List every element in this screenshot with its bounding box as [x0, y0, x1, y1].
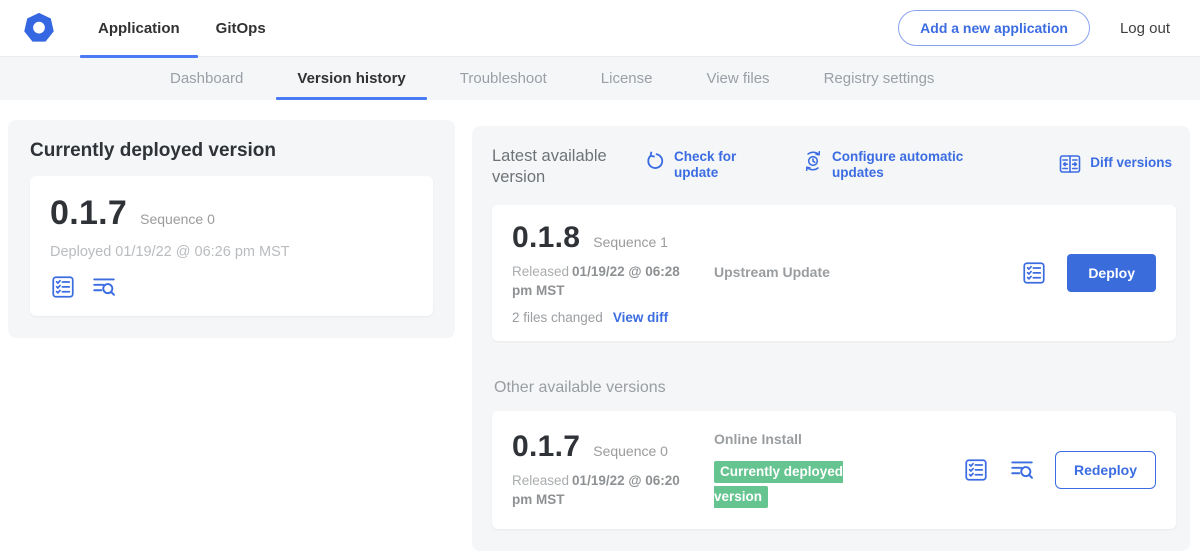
version-actions: Deploy — [1021, 254, 1156, 292]
deployed-actions — [50, 274, 413, 300]
version-history-page: Currently deployed version 0.1.7 Sequenc… — [0, 100, 1200, 551]
kots-logo-icon — [22, 11, 56, 45]
released-timestamp: Released01/19/22 @ 06:28 pm MST — [512, 263, 702, 301]
view-diff-link[interactable]: View diff — [613, 310, 668, 325]
logout-link[interactable]: Log out — [1120, 20, 1170, 37]
configure-automatic-updates-link[interactable]: Configure automatic updates — [802, 149, 974, 181]
version-source-column: Online Install Currently deployed versio… — [714, 430, 886, 510]
released-label: Released — [512, 473, 569, 488]
subnav-view-files[interactable]: View files — [679, 57, 796, 100]
deploy-button[interactable]: Deploy — [1067, 254, 1156, 292]
released-label: Released — [512, 264, 569, 279]
subnav-dashboard[interactable]: Dashboard — [143, 57, 270, 100]
check-for-update-label: Check for update — [674, 149, 740, 181]
latest-available-header: Latest available version Check for updat… — [492, 146, 1176, 187]
subnav-version-history[interactable]: Version history — [270, 57, 432, 100]
config-checklist-icon[interactable] — [963, 457, 989, 483]
sequence-label: Sequence 1 — [593, 234, 668, 250]
tab-application[interactable]: Application — [80, 0, 198, 57]
deployed-version-card: 0.1.7 Sequence 0 Deployed 01/19/22 @ 06:… — [30, 176, 433, 316]
configure-automatic-updates-label: Configure automatic updates — [832, 149, 974, 181]
version-source-label: Upstream Update — [714, 263, 886, 283]
view-logs-icon[interactable] — [91, 274, 117, 300]
refresh-icon — [644, 150, 666, 172]
version-info-column: 0.1.8 Sequence 1 Released01/19/22 @ 06:2… — [512, 221, 714, 325]
deployed-badge-wrap: Currently deployed version — [714, 460, 864, 510]
redeploy-button[interactable]: Redeploy — [1055, 451, 1156, 489]
version-source-label: Online Install — [714, 430, 886, 450]
files-changed-row: 2 files changed View diff — [512, 310, 714, 325]
deployed-version-row: 0.1.7 Sequence 0 — [50, 194, 413, 233]
version-number: 0.1.8 — [512, 221, 580, 255]
tab-gitops[interactable]: GitOps — [198, 0, 284, 57]
version-info-column: 0.1.7 Sequence 0 Released01/19/22 @ 06:2… — [512, 430, 714, 510]
diff-columns-icon — [1058, 152, 1082, 176]
version-card-0-1-8: 0.1.8 Sequence 1 Released01/19/22 @ 06:2… — [492, 205, 1176, 341]
config-checklist-icon[interactable] — [1021, 260, 1047, 286]
other-versions-title: Other available versions — [494, 379, 1174, 397]
config-checklist-icon[interactable] — [50, 274, 76, 300]
deployed-sequence-label: Sequence 0 — [140, 211, 215, 227]
files-changed-label: 2 files changed — [512, 310, 603, 325]
currently-deployed-badge: Currently deployed version — [714, 461, 843, 508]
topbar-right-actions: Add a new application Log out — [898, 10, 1170, 46]
released-timestamp: Released01/19/22 @ 06:20 pm MST — [512, 472, 702, 510]
latest-available-title: Latest available version — [492, 146, 644, 187]
version-actions: Redeploy — [963, 451, 1156, 489]
diff-versions-link[interactable]: Diff versions — [1058, 151, 1172, 176]
view-logs-icon[interactable] — [1009, 457, 1035, 483]
subnav-license[interactable]: License — [574, 57, 680, 100]
version-card-0-1-7: 0.1.7 Sequence 0 Released01/19/22 @ 06:2… — [492, 411, 1176, 529]
app-logo[interactable] — [22, 11, 56, 45]
version-number: 0.1.7 — [512, 430, 580, 464]
subnav-troubleshoot[interactable]: Troubleshoot — [433, 57, 574, 100]
app-subnav: Dashboard Version history Troubleshoot L… — [0, 57, 1200, 100]
diff-versions-label: Diff versions — [1090, 155, 1172, 171]
currently-deployed-panel: Currently deployed version 0.1.7 Sequenc… — [8, 120, 455, 338]
tab-gitops-label: GitOps — [216, 20, 266, 37]
subnav-registry-settings[interactable]: Registry settings — [797, 57, 962, 100]
deployed-timestamp: Deployed 01/19/22 @ 06:26 pm MST — [50, 244, 413, 260]
add-new-application-button[interactable]: Add a new application — [898, 10, 1090, 46]
check-for-update-link[interactable]: Check for update — [644, 149, 754, 181]
available-versions-panel: Latest available version Check for updat… — [472, 126, 1190, 551]
sequence-label: Sequence 0 — [593, 443, 668, 459]
currently-deployed-title: Currently deployed version — [30, 140, 433, 162]
top-navigation-bar: Application GitOps Add a new application… — [0, 0, 1200, 57]
auto-update-clock-icon — [802, 150, 824, 172]
deployed-version-number: 0.1.7 — [50, 194, 127, 233]
tab-application-label: Application — [98, 20, 180, 37]
